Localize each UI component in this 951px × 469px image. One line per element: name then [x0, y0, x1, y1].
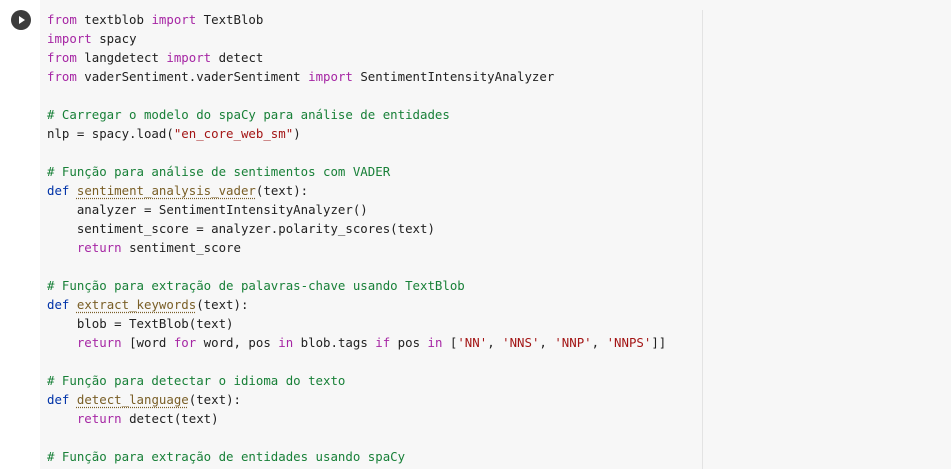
code-token-plain: (text): [255, 183, 309, 198]
code-token-str: 'NNP' [554, 335, 592, 350]
code-token-fn: extract_keywords [76, 297, 197, 312]
code-token-plain: pos [390, 335, 428, 350]
code-line[interactable]: return detect(text) [47, 409, 666, 428]
code-token-kw: for [173, 335, 197, 350]
code-token-kw: import [308, 69, 353, 84]
code-line[interactable]: import spacy [47, 29, 666, 48]
code-token-kw: from [47, 69, 77, 84]
code-token-plain: , [539, 335, 555, 350]
code-token-plain: sentiment_score [121, 240, 241, 255]
code-token-kw: import [151, 12, 197, 27]
code-token-com: # Função para detectar o idioma do texto [47, 373, 346, 388]
code-token-plain: word, pos [196, 335, 279, 350]
code-token-plain: detect(text) [121, 411, 219, 426]
code-token-str: 'NNPS' [606, 335, 652, 350]
code-token-plain: textblob [76, 12, 152, 27]
code-token-kw: from [47, 12, 77, 27]
code-line[interactable]: # Função para extração de palavras-chave… [47, 276, 666, 295]
code-line[interactable] [47, 143, 666, 162]
code-line[interactable]: # Carregar o modelo do spaCy para anális… [47, 105, 666, 124]
run-cell-button[interactable] [11, 10, 31, 30]
code-token-plain: ) [293, 126, 301, 141]
code-token-kw: in [427, 335, 443, 350]
code-line[interactable]: def extract_keywords(text): [47, 295, 666, 314]
line-length-ruler [702, 10, 703, 469]
code-token-plain: SentimentIntensityAnalyzer [352, 69, 555, 84]
code-token-plain: [ [442, 335, 458, 350]
code-line[interactable]: # Função para extração de entidades usan… [47, 447, 666, 466]
code-line[interactable]: from textblob import TextBlob [47, 10, 666, 29]
code-token-plain: analyzer = SentimentIntensityAnalyzer() [47, 202, 368, 217]
code-line[interactable]: def sentiment_analysis_vader(text): [47, 181, 666, 200]
code-token-plain: spacy [91, 31, 137, 46]
code-token-kw: return [76, 335, 122, 350]
code-line[interactable]: from langdetect import detect [47, 48, 666, 67]
code-cell: from textblob import TextBlob import spac… [0, 0, 951, 469]
code-token-com: # Carregar o modelo do spaCy para anális… [47, 107, 450, 122]
code-text[interactable]: from textblob import TextBlob import spac… [47, 10, 666, 466]
code-token-plain: , [591, 335, 607, 350]
code-token-fn: detect_language [76, 392, 189, 407]
code-line[interactable] [47, 428, 666, 447]
code-token-str: 'NNS' [502, 335, 540, 350]
code-token-kw: import [166, 50, 212, 65]
code-token-plain: , [487, 335, 503, 350]
code-token-plain: TextBlob [196, 12, 264, 27]
code-token-plain: langdetect [76, 50, 167, 65]
code-token-def: def [47, 183, 70, 198]
code-line[interactable]: from vaderSentiment.vaderSentiment impor… [47, 67, 666, 86]
code-line[interactable] [47, 257, 666, 276]
code-token-plain: nlp = spacy.load( [47, 126, 174, 141]
code-token-plain: sentiment_score = analyzer.polarity_scor… [47, 221, 435, 236]
code-token-kw: return [76, 411, 122, 426]
code-token-kw: in [278, 335, 294, 350]
code-token-plain: ]] [651, 335, 667, 350]
code-line[interactable] [47, 352, 666, 371]
code-line[interactable]: analyzer = SentimentIntensityAnalyzer() [47, 200, 666, 219]
code-line[interactable]: blob = TextBlob(text) [47, 314, 666, 333]
play-icon [19, 16, 25, 24]
code-token-fn: sentiment_analysis_vader [76, 183, 256, 198]
code-line[interactable]: # Função para análise de sentimentos com… [47, 162, 666, 181]
code-token-com: # Função para extração de palavras-chave… [47, 278, 465, 293]
code-token-def: def [47, 297, 70, 312]
code-token-com: # Função para extração de entidades usan… [47, 449, 406, 464]
code-token-plain: [word [121, 335, 174, 350]
code-token-plain: (text): [196, 297, 249, 312]
code-token-plain: detect [211, 50, 264, 65]
code-token-plain: vaderSentiment.vaderSentiment [76, 69, 309, 84]
code-line[interactable]: sentiment_score = analyzer.polarity_scor… [47, 219, 666, 238]
code-token-kw: return [76, 240, 122, 255]
code-token-plain: blob.tags [293, 335, 376, 350]
code-token-def: def [47, 392, 70, 407]
code-token-plain: (text): [188, 392, 241, 407]
code-token-com: # Função para análise de sentimentos com… [47, 164, 391, 179]
code-line[interactable]: def detect_language(text): [47, 390, 666, 409]
code-token-kw: import [47, 31, 92, 46]
code-line[interactable]: return [word for word, pos in blob.tags … [47, 333, 666, 352]
cell-gutter [0, 0, 40, 469]
code-line[interactable]: nlp = spacy.load("en_core_web_sm") [47, 124, 666, 143]
code-token-str: "en_core_web_sm" [173, 126, 294, 141]
code-line[interactable]: return sentiment_score [47, 238, 666, 257]
code-line[interactable] [47, 86, 666, 105]
code-token-kw: from [47, 50, 77, 65]
code-token-str: 'NN' [457, 335, 488, 350]
code-token-plain: blob = TextBlob(text) [47, 316, 234, 331]
code-line[interactable]: # Função para detectar o idioma do texto [47, 371, 666, 390]
code-token-kw: if [375, 335, 391, 350]
